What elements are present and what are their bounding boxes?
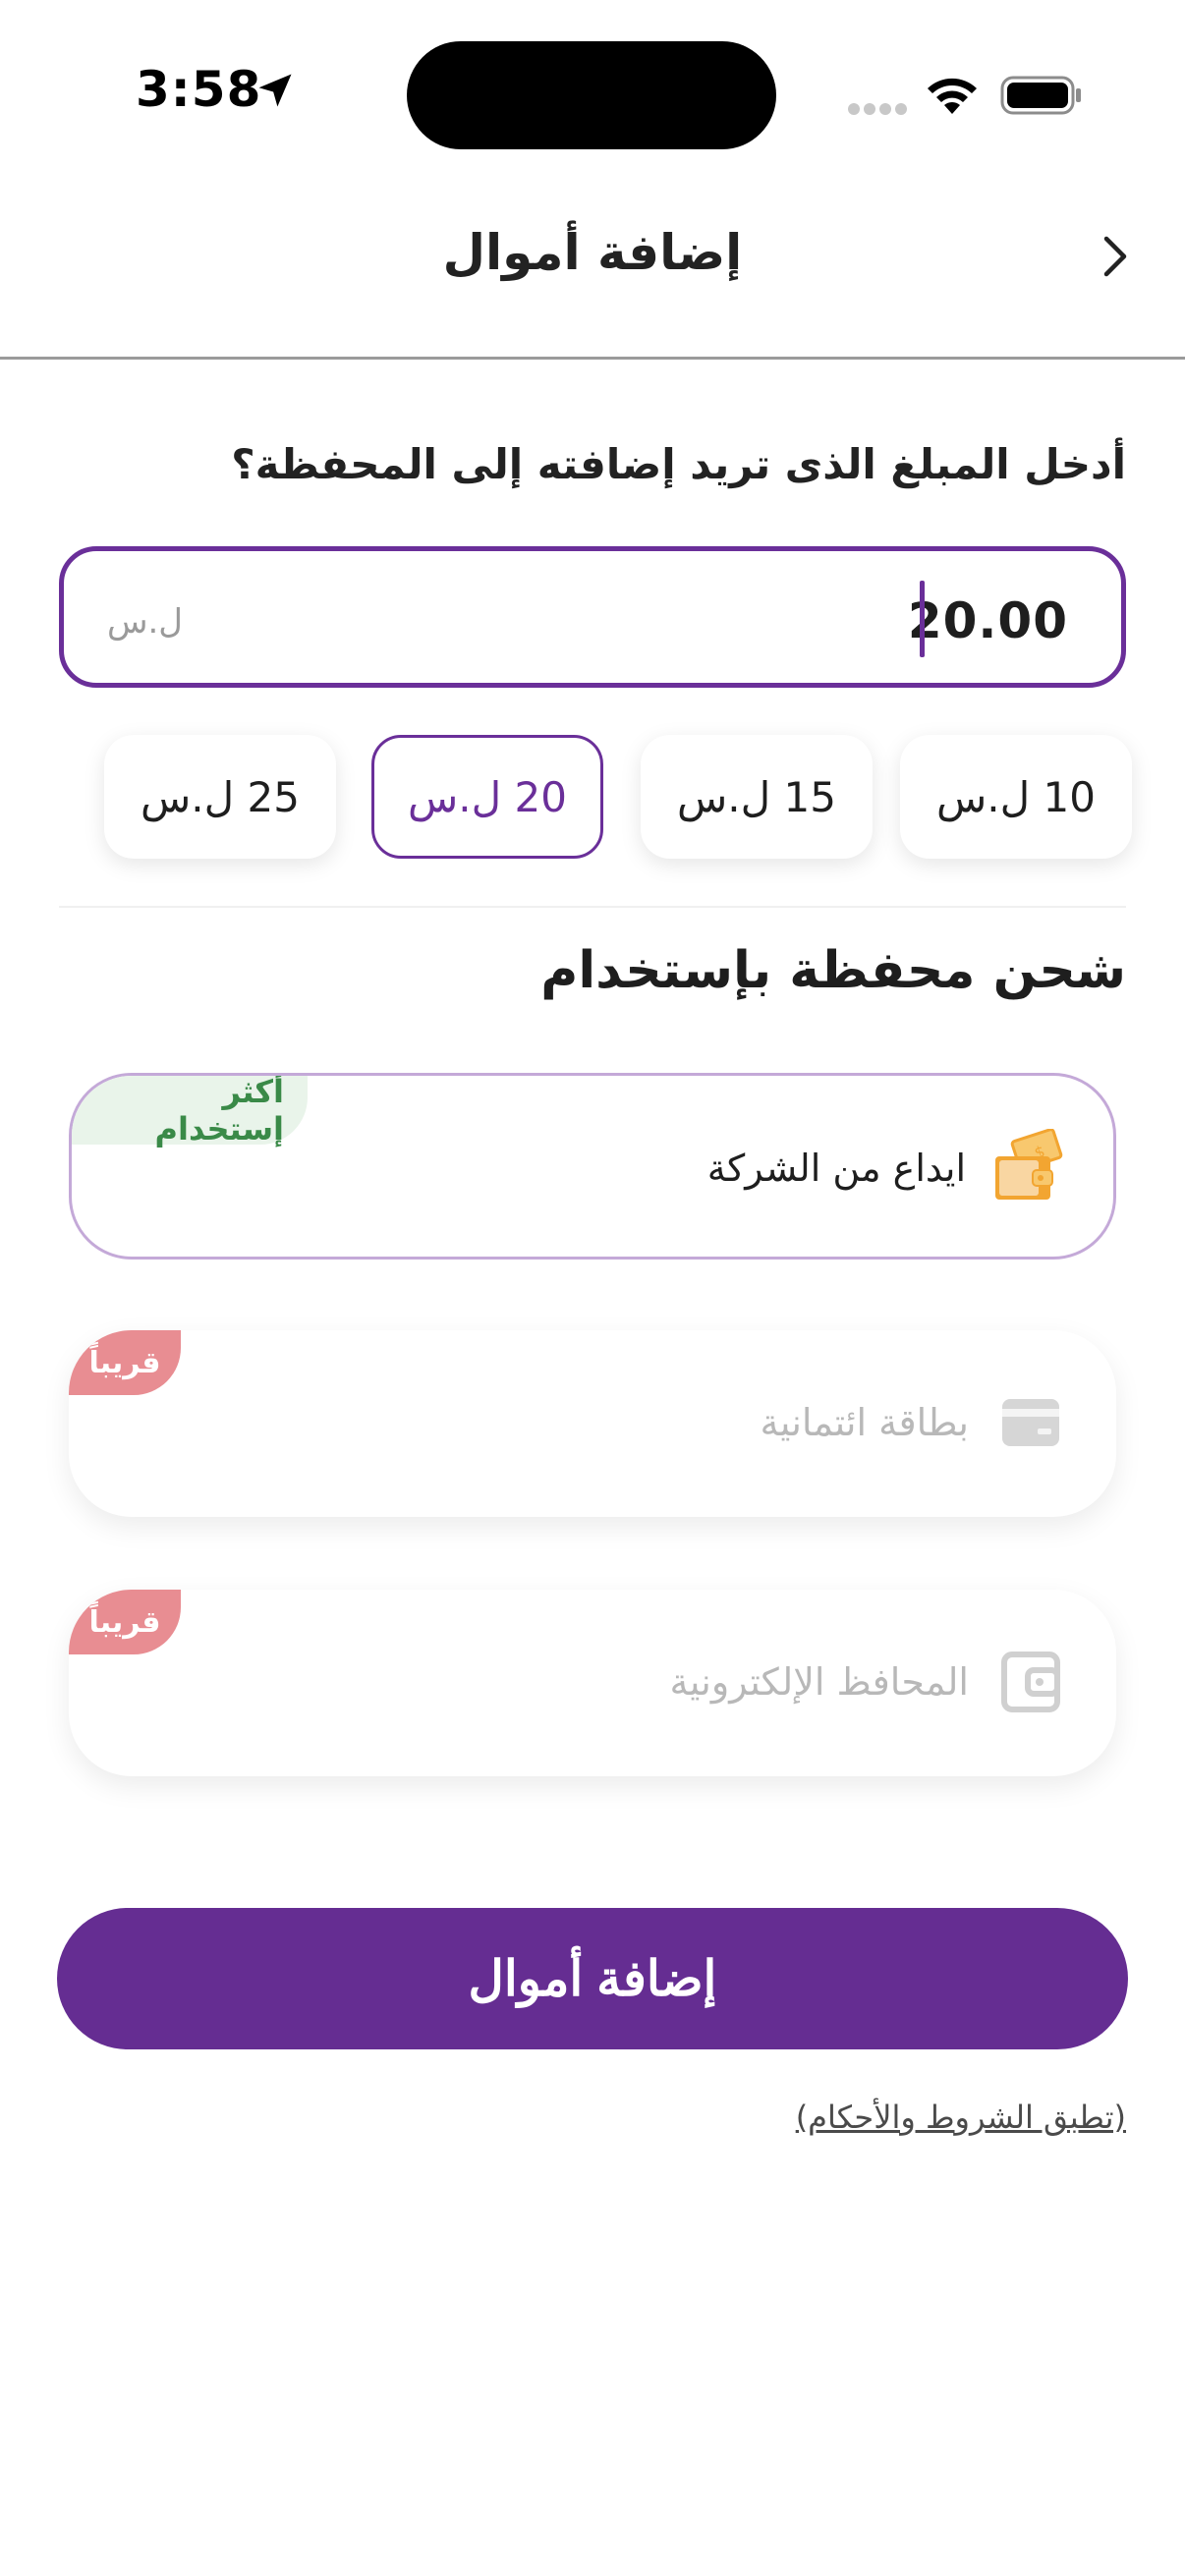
credit-card-icon — [1002, 1399, 1059, 1446]
section-divider — [59, 906, 1126, 908]
status-bar: 3:58 — [0, 0, 1185, 187]
method-credit-card: قريباً بطاقة ائتمانية — [69, 1330, 1116, 1517]
amount-value: 20.00 — [907, 592, 1068, 649]
coming-soon-badge: قريباً — [69, 1590, 181, 1654]
amount-input[interactable]: 20.00 ل.س — [59, 546, 1126, 688]
back-button[interactable] — [1085, 226, 1146, 287]
add-funds-button[interactable]: إضافة أموال — [57, 1908, 1128, 2049]
cellular-signal-icon — [848, 103, 907, 115]
app-header: إضافة أموال — [0, 187, 1185, 360]
location-arrow-icon — [258, 74, 292, 107]
method-label: المحافظ الإلكترونية — [669, 1660, 969, 1704]
method-label: ايداع من الشركة — [706, 1147, 966, 1190]
most-used-badge: أكثر إستخدام — [72, 1076, 308, 1148]
text-caret — [920, 581, 925, 657]
e-wallet-icon — [1001, 1652, 1060, 1712]
terms-link[interactable]: (تطبق الشروط والأحكام) — [796, 2099, 1126, 2136]
wifi-icon — [928, 78, 977, 114]
quick-amount-20[interactable]: 20 ل.س — [371, 735, 603, 859]
battery-icon — [1000, 76, 1081, 115]
quick-amount-25[interactable]: 25 ل.س — [104, 735, 336, 859]
dynamic-island — [407, 41, 776, 149]
wallet-cash-icon: $ — [995, 1129, 1063, 1200]
status-time: 3:58 — [136, 61, 262, 118]
coming-soon-badge: قريباً — [69, 1330, 181, 1395]
page-title: إضافة أموال — [442, 224, 743, 281]
amount-question: أدخل المبلغ الذى تريد إضافته إلى المحفظة… — [231, 440, 1126, 488]
currency-label: ل.س — [107, 602, 184, 642]
method-label: بطاقة ائتمانية — [760, 1401, 969, 1444]
method-company-deposit[interactable]: أكثر إستخدام $ ايداع من الشركة — [69, 1073, 1116, 1260]
quick-amount-15[interactable]: 15 ل.س — [641, 735, 873, 859]
quick-amount-10[interactable]: 10 ل.س — [900, 735, 1132, 859]
chevron-right-icon — [1103, 236, 1127, 277]
methods-section-title: شحن محفظة بإستخدام — [540, 941, 1126, 1000]
method-e-wallets: قريباً المحافظ الإلكترونية — [69, 1590, 1116, 1776]
